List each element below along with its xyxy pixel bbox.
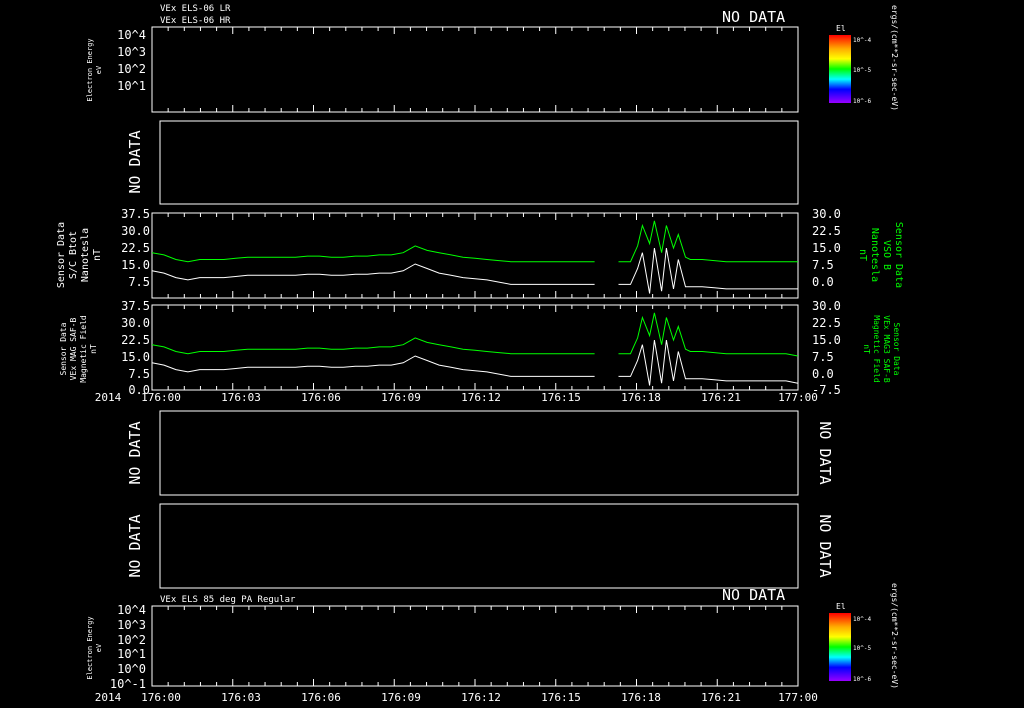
panel-title-els-lr: VEx ELS-06 LR: [160, 4, 231, 14]
svg-text:176:12: 176:12: [461, 391, 501, 404]
svg-text:176:03: 176:03: [221, 691, 261, 704]
svg-text:15.0: 15.0: [121, 258, 150, 272]
svg-text:7.5: 7.5: [812, 350, 834, 364]
svg-text:Sensor Data: Sensor Data: [59, 322, 68, 375]
svg-text:VEx MAG SAF-B: VEx MAG SAF-B: [69, 318, 78, 381]
svg-text:10^2: 10^2: [117, 62, 146, 76]
colorbar-gradient: [829, 613, 851, 681]
svg-text:10^-5: 10^-5: [853, 645, 871, 652]
svg-text:22.5: 22.5: [121, 333, 150, 347]
svg-text:eV: eV: [95, 65, 103, 74]
svg-text:10^-1: 10^-1: [110, 677, 146, 691]
no-data-label-right: NO DATA: [816, 421, 834, 484]
no-data-label-right: NO DATA: [816, 514, 834, 577]
svg-text:nT: nT: [857, 249, 868, 261]
svg-text:7.5: 7.5: [128, 367, 150, 381]
summary-plot-figure: VEx ELS-06 LR VEx ELS-06 HR NO DATA Elec…: [0, 0, 1024, 708]
colorbar-title: El: [836, 24, 846, 33]
svg-text:30.0: 30.0: [121, 224, 150, 238]
svg-text:176:18: 176:18: [621, 391, 661, 404]
colorbar-title: El: [836, 602, 846, 611]
svg-text:10^3: 10^3: [117, 618, 146, 632]
svg-text:22.5: 22.5: [121, 241, 150, 255]
svg-text:176:06: 176:06: [301, 391, 341, 404]
svg-text:176:18: 176:18: [621, 691, 661, 704]
colorbar-units: ergs/(cm**2-sr-sec-eV): [890, 583, 899, 689]
svg-text:176:09: 176:09: [381, 691, 421, 704]
svg-text:176:00: 176:00: [141, 691, 181, 704]
svg-text:176:21: 176:21: [701, 691, 741, 704]
svg-text:Electron Energy: Electron Energy: [86, 616, 94, 679]
svg-text:10^-4: 10^-4: [853, 616, 871, 623]
svg-text:0.0: 0.0: [812, 367, 834, 381]
svg-text:10^-5: 10^-5: [853, 67, 871, 74]
svg-text:Sensor Data: Sensor Data: [893, 222, 904, 288]
svg-text:S/C Btot: S/C Btot: [68, 231, 79, 279]
svg-text:176:09: 176:09: [381, 391, 421, 404]
svg-text:Magnetic Field: Magnetic Field: [872, 315, 881, 383]
svg-text:22.5: 22.5: [812, 224, 841, 238]
svg-text:VSO B: VSO B: [881, 240, 892, 270]
svg-text:10^0: 10^0: [117, 662, 146, 676]
svg-text:eV: eV: [95, 643, 103, 652]
svg-text:30.0: 30.0: [121, 316, 150, 330]
svg-text:nT: nT: [92, 249, 103, 261]
year-label: 2014: [95, 391, 122, 404]
svg-text:37.5: 37.5: [121, 207, 150, 221]
svg-text:10^1: 10^1: [117, 79, 146, 93]
svg-text:10^4: 10^4: [117, 603, 146, 617]
svg-text:37.5: 37.5: [121, 299, 150, 313]
svg-text:15.0: 15.0: [121, 350, 150, 364]
svg-text:Electron Energy: Electron Energy: [86, 38, 94, 101]
panel-title: VEx ELS 85 deg PA Regular: [160, 595, 296, 605]
svg-text:177:00: 177:00: [778, 691, 818, 704]
panel-title-els-hr: VEx ELS-06 HR: [160, 16, 231, 26]
svg-text:30.0: 30.0: [812, 299, 841, 313]
svg-text:Magnetic Field: Magnetic Field: [79, 315, 88, 383]
svg-text:10^1: 10^1: [117, 647, 146, 661]
no-data-label: NO DATA: [722, 586, 785, 604]
svg-text:0.0: 0.0: [812, 275, 834, 289]
svg-text:nT: nT: [862, 344, 871, 354]
svg-text:10^2: 10^2: [117, 633, 146, 647]
colorbar-units: ergs/(cm**2-sr-sec-eV): [890, 5, 899, 111]
svg-text:VEx MAG3 SAF-B: VEx MAG3 SAF-B: [882, 315, 891, 383]
svg-text:15.0: 15.0: [812, 241, 841, 255]
no-data-label: NO DATA: [126, 514, 144, 577]
svg-text:Sensor Data: Sensor Data: [892, 323, 901, 376]
svg-text:10^-6: 10^-6: [853, 98, 871, 105]
year-label: 2014: [95, 691, 122, 704]
svg-text:176:12: 176:12: [461, 691, 501, 704]
svg-text:nT: nT: [89, 344, 98, 354]
no-data-label: NO DATA: [126, 130, 144, 193]
svg-text:Nanotesla: Nanotesla: [80, 228, 91, 282]
svg-text:176:15: 176:15: [541, 691, 581, 704]
svg-text:10^-6: 10^-6: [853, 676, 871, 683]
svg-text:7.5: 7.5: [128, 275, 150, 289]
svg-text:30.0: 30.0: [812, 207, 841, 221]
svg-text:Sensor Data: Sensor Data: [56, 222, 67, 288]
svg-text:10^4: 10^4: [117, 28, 146, 42]
svg-text:176:03: 176:03: [221, 391, 261, 404]
svg-text:10^3: 10^3: [117, 45, 146, 59]
svg-text:176:15: 176:15: [541, 391, 581, 404]
svg-text:10^-4: 10^-4: [853, 37, 871, 44]
svg-text:7.5: 7.5: [812, 258, 834, 272]
colorbar-gradient: [829, 35, 851, 103]
svg-text:15.0: 15.0: [812, 333, 841, 347]
svg-text:177:00: 177:00: [778, 391, 818, 404]
no-data-label: NO DATA: [722, 8, 785, 26]
no-data-label: NO DATA: [126, 421, 144, 484]
svg-text:22.5: 22.5: [812, 316, 841, 330]
svg-text:176:21: 176:21: [701, 391, 741, 404]
svg-text:Nanotesla: Nanotesla: [869, 228, 880, 282]
svg-text:176:06: 176:06: [301, 691, 341, 704]
svg-text:176:00: 176:00: [141, 391, 181, 404]
